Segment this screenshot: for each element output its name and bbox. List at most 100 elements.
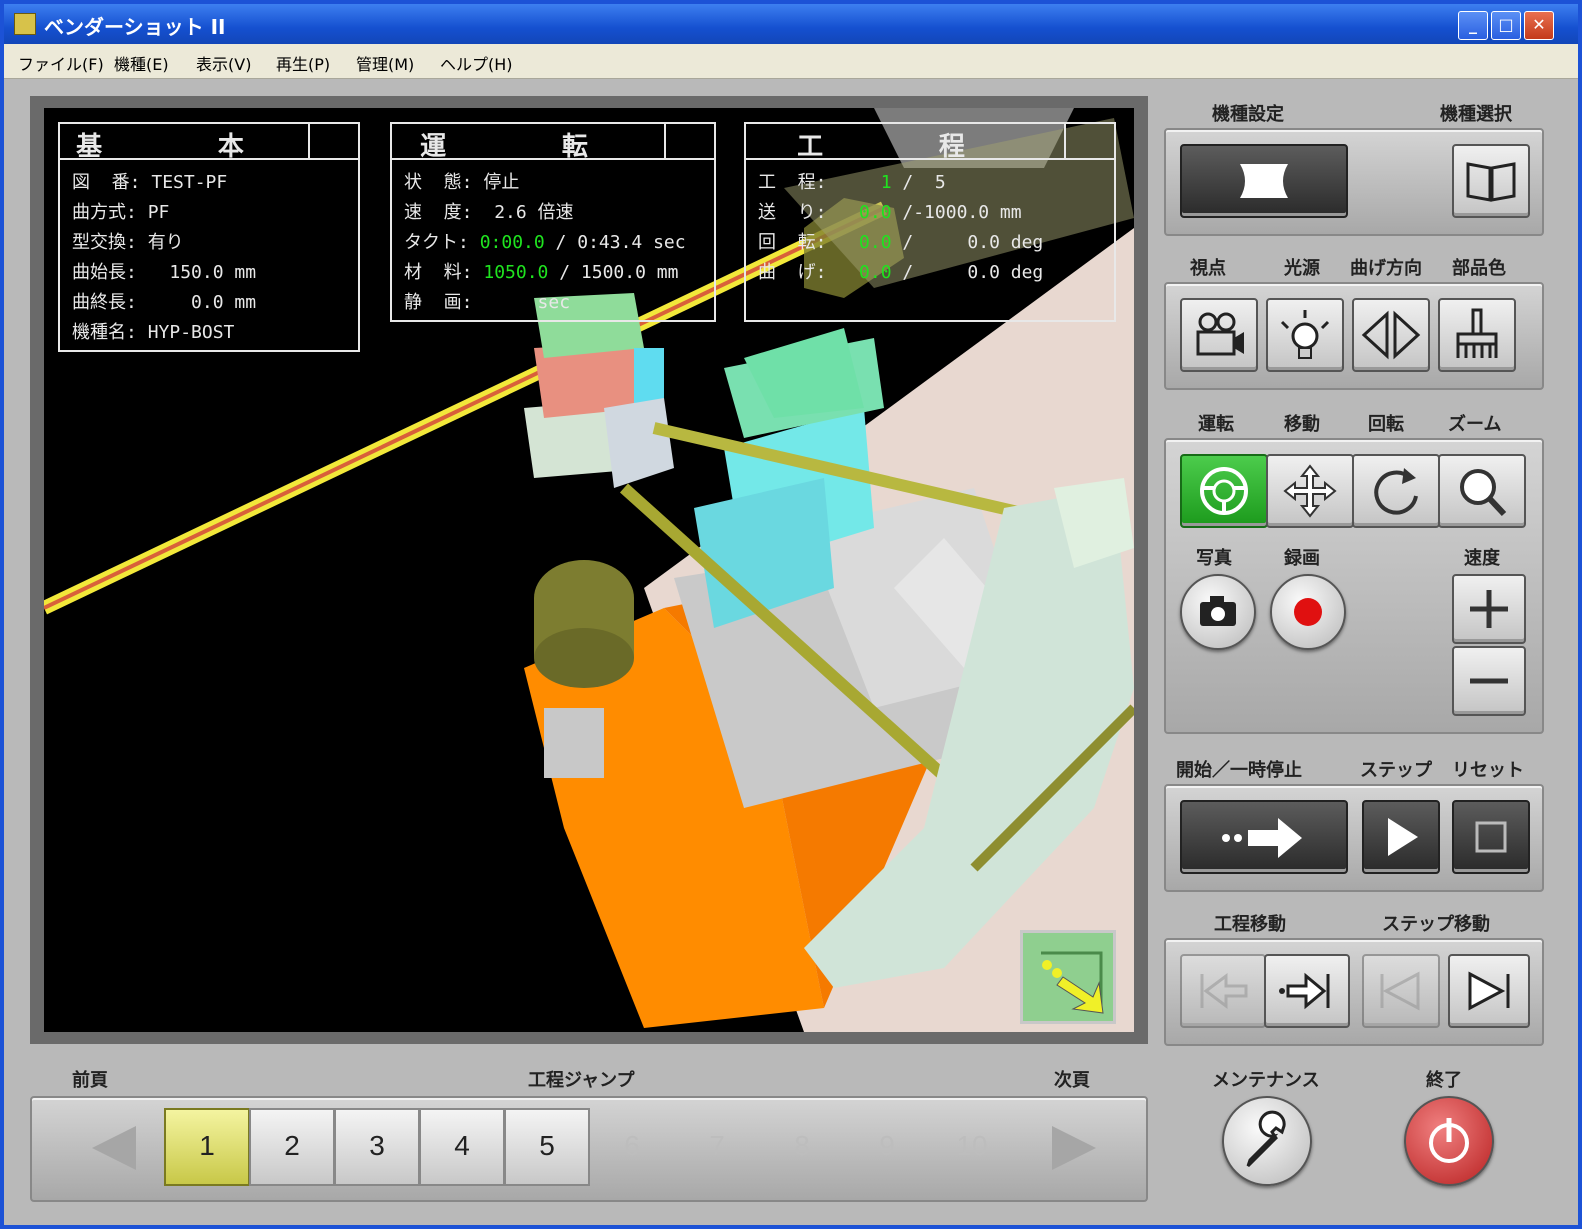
menu-view[interactable]: 表示(V) (196, 51, 251, 75)
next-page-button[interactable] (1022, 1108, 1132, 1188)
label: 曲 げ: (758, 262, 827, 283)
move-arrows-icon (1283, 464, 1337, 518)
label: 速 度: (404, 202, 473, 223)
value: 0.0 mm (147, 292, 257, 313)
light-button[interactable] (1266, 298, 1344, 372)
info-run-title: 運 転 (420, 132, 638, 162)
value-total: / 1500.0 mm (548, 262, 679, 283)
maximize-button[interactable]: □ (1491, 11, 1521, 40)
minus-icon (1470, 678, 1508, 684)
step-label: ステップ (1360, 760, 1432, 781)
jump-page-2[interactable]: 2 (249, 1108, 335, 1186)
viewpoint-button[interactable] (1180, 298, 1258, 372)
label: 図 番: (72, 172, 141, 193)
photo-button[interactable] (1180, 574, 1256, 650)
label: 材 料: (404, 262, 473, 283)
navigation-panel (1164, 938, 1544, 1046)
menu-manage[interactable]: 管理(M) (356, 51, 414, 75)
die-icon (1240, 164, 1288, 198)
label: 工 程: (758, 172, 827, 193)
step-forward-icon (1468, 971, 1510, 1011)
record-button[interactable] (1270, 574, 1346, 650)
model-panel (1164, 128, 1544, 236)
value: 1 (837, 172, 892, 193)
speed-down-button[interactable] (1452, 646, 1526, 716)
exit-label: 終了 (1426, 1070, 1462, 1091)
step-prev-button[interactable] (1362, 954, 1440, 1028)
step-next-button[interactable] (1448, 954, 1530, 1028)
start-pause-label: 開始／一時停止 (1176, 760, 1302, 781)
jump-page-8[interactable]: 8 (759, 1108, 845, 1186)
jump-page-3[interactable]: 3 (334, 1108, 420, 1186)
playback-panel (1164, 784, 1544, 892)
jump-page-10[interactable]: 10 (929, 1108, 1015, 1186)
next-page-label: 次頁 (1054, 1070, 1090, 1091)
close-button[interactable]: ✕ (1524, 11, 1554, 40)
process-next-button[interactable] (1264, 954, 1350, 1028)
value-total: / 0.0 deg (891, 262, 1044, 283)
view-reset-button[interactable] (1020, 930, 1116, 1024)
menu-file[interactable]: ファイル(F) (18, 51, 104, 75)
window-title: ベンダーショット II (44, 15, 226, 39)
move-mode-button[interactable] (1266, 454, 1354, 528)
run-label: 運転 (1198, 414, 1234, 435)
menu-help[interactable]: ヘルプ(H) (440, 51, 513, 75)
minimize-button[interactable]: _ (1458, 11, 1488, 40)
value: 0.0 (837, 232, 892, 253)
label: 静 画: (404, 292, 473, 313)
rotate-mode-button[interactable] (1352, 454, 1440, 528)
run-mode-button[interactable] (1180, 454, 1268, 528)
jump-page-7[interactable]: 7 (674, 1108, 760, 1186)
jump-page-1[interactable]: 1 (164, 1108, 250, 1186)
value: 0:00.0 (479, 232, 545, 253)
menu-model[interactable]: 機種(E) (114, 51, 169, 75)
start-pause-button[interactable] (1180, 800, 1348, 874)
book-icon (1466, 162, 1516, 202)
left-triangle-icon (92, 1126, 136, 1170)
jump-page-5[interactable]: 5 (504, 1108, 590, 1186)
viewpoint-label: 視点 (1190, 258, 1226, 279)
label: 曲終長: (72, 292, 137, 313)
jump-page-6[interactable]: 6 (589, 1108, 675, 1186)
value: 2.6 倍速 (483, 202, 574, 223)
power-icon (1429, 1118, 1469, 1163)
3d-scene[interactable]: 基 本 図 番: TEST-PF 曲方式: PF 型交換: 有り 曲始長: 15… (44, 108, 1134, 1032)
model-setting-label: 機種設定 (1212, 104, 1284, 125)
magnifier-icon (1460, 469, 1507, 517)
value: 停止 (483, 172, 520, 193)
photo-label: 写真 (1196, 548, 1232, 569)
process-prev-button[interactable] (1180, 954, 1266, 1028)
speed-up-button[interactable] (1452, 574, 1526, 644)
value: HYP-BOST (147, 322, 235, 343)
app-window: ベンダーショット II _ □ ✕ ファイル(F) 機種(E) 表示(V) 再生… (0, 0, 1582, 1229)
speed-label: 速度 (1464, 548, 1500, 569)
process-jump-label: 工程ジャンプ (528, 1070, 635, 1091)
step-move-label: ステップ移動 (1382, 914, 1490, 935)
menu-play[interactable]: 再生(P) (276, 51, 330, 75)
part-color-button[interactable] (1438, 298, 1516, 372)
jump-page-9[interactable]: 9 (844, 1108, 930, 1186)
camera-icon (1196, 312, 1244, 356)
reset-button[interactable] (1452, 800, 1530, 874)
exit-button[interactable] (1404, 1096, 1494, 1186)
reset-label: リセット (1452, 760, 1524, 781)
info-run-panel: 運 転 状 態: 停止 速 度: 2.6 倍速 タクト: 0:00.0 / 0:… (390, 122, 716, 322)
model-setting-button[interactable] (1180, 144, 1348, 218)
prev-page-button[interactable] (52, 1108, 162, 1188)
step-button[interactable] (1362, 800, 1440, 874)
maintenance-button[interactable] (1222, 1096, 1312, 1186)
light-label: 光源 (1284, 258, 1320, 279)
steering-wheel-icon (1200, 467, 1248, 515)
app-icon (14, 13, 36, 35)
arrow-icon (1041, 951, 1104, 1014)
info-process-title: 工 程 (797, 132, 1015, 162)
model-select-button[interactable] (1452, 144, 1530, 218)
stop-icon (1475, 821, 1507, 853)
value: 0.0 (837, 202, 892, 223)
lightbulb-icon (1280, 310, 1330, 359)
bend-direction-button[interactable] (1352, 298, 1430, 372)
label: 型交換: (72, 232, 137, 253)
zoom-mode-button[interactable] (1438, 454, 1526, 528)
label: 送 り: (758, 202, 827, 223)
jump-page-4[interactable]: 4 (419, 1108, 505, 1186)
